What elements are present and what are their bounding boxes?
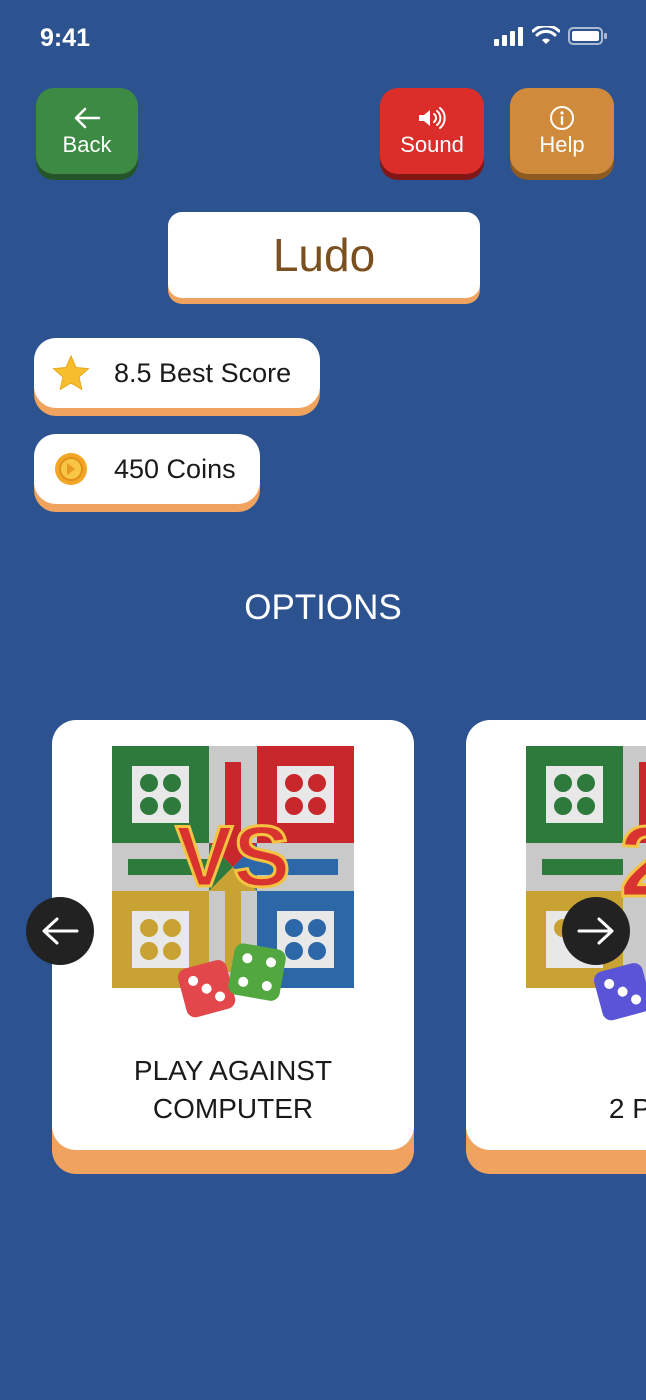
coins-text: 450 Coins [114,453,236,484]
speaker-icon [417,104,447,132]
two-overlay: 2 [619,806,646,918]
sound-label: Sound [400,132,464,157]
ludo-board-vs-art: VS [112,746,354,1018]
options-carousel: VS PLAY AGAINST COMPUTER 2 P [0,0,646,1400]
sound-button[interactable]: Sound [380,88,484,174]
page-title: Ludo [272,229,376,281]
options-heading: OPTIONS [244,588,402,627]
option-label-line2: COMPUTER [152,1093,314,1124]
ludo-board-2p-art: 2 [526,746,646,1021]
status-icons [494,26,608,46]
status-bar: 9:41 [0,0,646,80]
arrow-right-icon [577,917,614,945]
wifi-icon [532,26,560,44]
help-label: Help [539,132,585,157]
coins-pill: 450 Coins [34,434,260,504]
back-label: Back [62,132,112,157]
option-card-vs-computer[interactable]: VS PLAY AGAINST COMPUTER [52,720,414,1150]
option-label-line1: PLAY AGAINST [133,1055,333,1086]
option-label-line1: 2 PLA [608,1093,646,1124]
best-score-pill: 8.5 Best Score [34,338,320,408]
coin-icon [52,450,90,488]
arrow-left-icon [42,917,79,945]
game-title-card: Ludo [168,212,480,298]
option-label: PLAY AGAINST COMPUTER [52,1052,414,1128]
help-button[interactable]: Help [510,88,614,174]
signal-icon [494,27,523,46]
battery-icon [568,27,607,45]
star-icon [52,354,90,392]
status-time: 9:41 [40,24,91,52]
best-score-text: 8.5 Best Score [114,357,292,388]
back-button[interactable]: Back [36,88,138,174]
info-icon [549,104,575,132]
carousel-prev-button[interactable] [26,897,94,965]
option-label: 2 PLA [466,1052,646,1128]
arrow-left-icon [73,104,101,132]
vs-overlay: VS [176,809,291,905]
carousel-next-button[interactable] [562,897,630,965]
